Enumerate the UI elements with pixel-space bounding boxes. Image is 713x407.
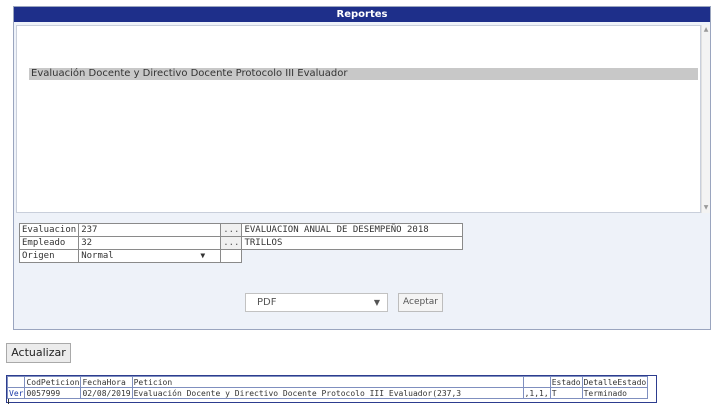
origen-selected-value: Normal [81,251,114,261]
table-row: Ver 0057999 02/08/2019 Evaluación Docent… [6,387,649,399]
empleado-description: TRILLOS [241,236,464,250]
refresh-button[interactable]: Actualizar [6,343,71,363]
column-header-extra [522,376,551,388]
format-select[interactable]: PDF ▼ [245,293,388,312]
cell-fechahora: 02/08/2019 [80,387,133,399]
evaluacion-input[interactable]: 237 [78,223,222,237]
cell-peticion: Evaluación Docente y Directivo Docente P… [131,387,524,399]
chevron-down-icon: ▼ [373,298,380,307]
evaluacion-description: EVALUACION ANUAL DE DESEMPEÑO 2018 [241,223,464,237]
empleado-input[interactable]: 32 [78,236,222,250]
column-header-peticion: Peticion [131,376,524,388]
scroll-down-icon[interactable]: ▼ [703,205,709,211]
reportes-panel: Reportes Evaluación Docente y Directivo … [13,6,711,330]
cell-estado: T [549,387,583,399]
chevron-down-icon: ▼ [200,251,206,260]
origen-select[interactable]: Normal ▼ [78,249,222,263]
evaluacion-label: Evaluacion [18,223,80,237]
origen-label: Origen [18,249,80,263]
origen-spacer [220,249,243,263]
empleado-label: Empleado [18,236,80,250]
text-cursor [8,399,9,404]
parameters-form: Evaluacion 237 ... EVALUACION ANUAL DE D… [18,223,464,263]
format-selected-value: PDF [257,297,277,308]
requests-table: CodPeticion FechaHora Peticion Estado De… [6,375,657,404]
accept-button[interactable]: Aceptar [398,293,443,312]
cell-codpeticion: 0057999 [24,387,82,399]
cell-extra: ,1,1, [522,387,551,399]
column-header-detalleestado: DetalleEstado [581,376,649,388]
column-header-codpeticion: CodPeticion [24,376,82,388]
report-list-item[interactable]: Evaluación Docente y Directivo Docente P… [29,68,698,80]
view-link[interactable]: Ver [9,389,23,398]
column-header-estado: Estado [549,376,583,388]
column-header [6,376,26,388]
report-list-scrollbar[interactable]: ▲ ▼ [701,25,710,213]
report-list[interactable]: Evaluación Docente y Directivo Docente P… [16,25,701,213]
cell-detalleestado: Terminado [581,387,649,399]
evaluacion-lookup-button[interactable]: ... [220,223,243,237]
panel-title: Reportes [14,7,710,22]
scroll-up-icon[interactable]: ▲ [703,27,709,33]
table-header-row: CodPeticion FechaHora Peticion Estado De… [6,376,649,388]
column-header-fechahora: FechaHora [80,376,133,388]
empleado-lookup-button[interactable]: ... [220,236,243,250]
